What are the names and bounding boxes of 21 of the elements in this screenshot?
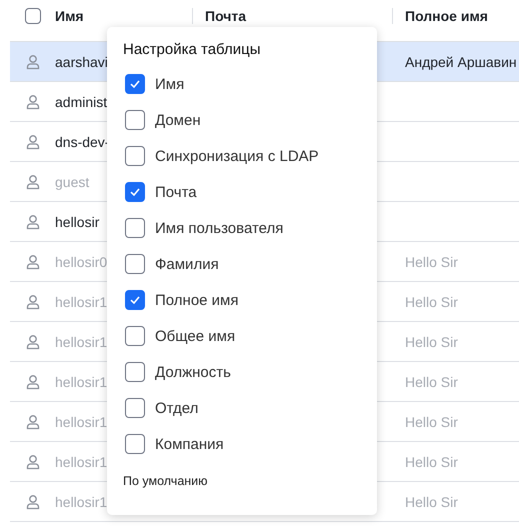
table-cell-text: Hello Sir — [404, 494, 458, 510]
table-cell-text: Hello Sir — [404, 374, 458, 390]
popup-title: Настройка таблицы — [123, 41, 262, 58]
table-cell: hellosir1 — [55, 454, 108, 470]
table-cell: guest — [55, 174, 90, 190]
table-cell-text: Hello Sir — [404, 454, 458, 470]
table-cell: hellosir1 — [55, 374, 108, 390]
table-cell: hellosir1 — [55, 414, 108, 430]
table-cell: dns-dev- — [55, 134, 110, 150]
table-cell: administ — [55, 94, 108, 110]
table-cell-text: Hello Sir — [404, 414, 458, 430]
table-cell: hellosir1 — [55, 294, 108, 310]
table-cell-text: Андрей Аршавин — [404, 54, 517, 70]
table-cell-text: Hello Sir — [404, 254, 458, 270]
table-cell: hellosir1 — [55, 334, 108, 350]
table-cell: hellosir0 — [55, 254, 108, 270]
table-cell: aarshavi — [55, 54, 108, 70]
table-cell: hellosir1 — [55, 494, 108, 510]
table-cell: hellosir — [55, 214, 100, 230]
table-cell-text: Hello Sir — [404, 294, 458, 310]
table-cell-text: Hello Sir — [404, 334, 458, 350]
